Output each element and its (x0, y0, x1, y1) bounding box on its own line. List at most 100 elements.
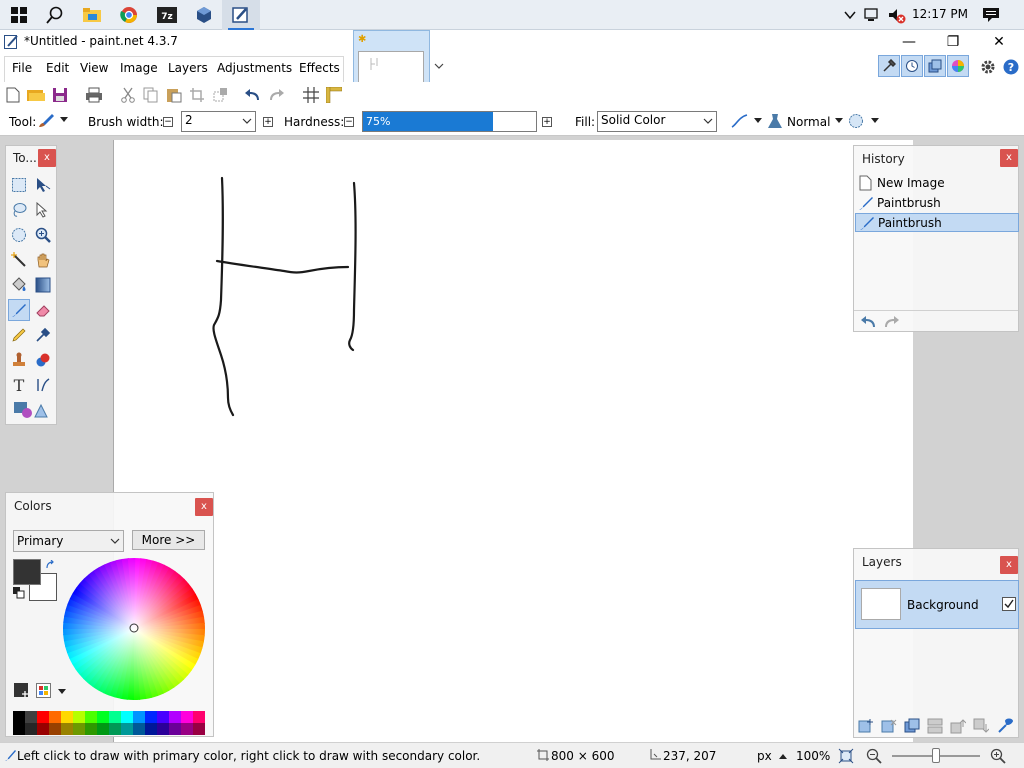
palette-swatch[interactable] (157, 711, 169, 723)
redo-icon[interactable] (266, 85, 286, 105)
search-icon[interactable] (36, 0, 74, 30)
tool-dropdown-icon[interactable] (60, 117, 68, 123)
palette-swatch[interactable] (49, 711, 61, 723)
color-wheel[interactable] (61, 556, 207, 702)
palette-swatch[interactable] (181, 711, 193, 723)
open-folder-icon[interactable] (26, 85, 46, 105)
blend-mode-value[interactable]: Normal (787, 115, 830, 129)
settings-gear-icon[interactable] (980, 59, 996, 75)
zoom-tool-icon[interactable] (32, 224, 54, 246)
palette-swatch[interactable] (25, 711, 37, 723)
zoom-slider-thumb[interactable] (932, 748, 940, 763)
deselect-icon[interactable] (210, 85, 230, 105)
palette-swatch[interactable] (25, 723, 37, 735)
palette-menu-icon[interactable] (36, 683, 52, 699)
zoom-in-icon[interactable] (990, 748, 1006, 764)
paintnet-taskbar-button[interactable] (222, 0, 260, 30)
copy-icon[interactable] (141, 85, 161, 105)
new-file-icon[interactable] (3, 85, 23, 105)
move-selection-tool-icon[interactable] (32, 199, 54, 221)
color-palette[interactable] (13, 711, 205, 735)
zoom-to-window-icon[interactable] (838, 748, 854, 764)
add-to-palette-icon[interactable] (14, 683, 30, 699)
volume-muted-icon[interactable] (888, 7, 906, 25)
close-button[interactable]: ✕ (976, 30, 1022, 54)
palette-swatch[interactable] (73, 711, 85, 723)
7zip-icon[interactable]: 7z (148, 0, 186, 30)
grid-icon[interactable] (301, 85, 321, 105)
palette-swatch[interactable] (73, 723, 85, 735)
undo-icon[interactable] (243, 85, 263, 105)
eraser-tool-icon[interactable] (32, 299, 54, 321)
gradient-tool-icon[interactable] (32, 274, 54, 296)
brush-width-increase-button[interactable]: + (263, 117, 273, 127)
save-icon[interactable] (50, 85, 70, 105)
add-layer-icon[interactable] (858, 718, 874, 734)
selection-mode-dropdown-icon[interactable] (871, 118, 879, 124)
tools-panel-close-button[interactable]: x (38, 149, 56, 167)
menu-adjustments[interactable]: Adjustments (217, 61, 292, 75)
hardness-decrease-button[interactable]: − (344, 117, 354, 127)
palette-swatch[interactable] (121, 711, 133, 723)
delete-layer-icon[interactable] (881, 718, 897, 734)
layer-properties-icon[interactable] (997, 718, 1013, 734)
paintbrush-tool-icon[interactable] (37, 113, 55, 129)
rulers-icon[interactable] (324, 85, 344, 105)
palette-swatch[interactable] (193, 711, 205, 723)
palette-swatch[interactable] (85, 723, 97, 735)
magic-wand-tool-icon[interactable] (8, 249, 30, 271)
layer-visibility-checkbox[interactable] (1002, 597, 1016, 611)
paintbrush-tool-button[interactable] (8, 299, 30, 321)
brush-width-decrease-button[interactable]: − (163, 117, 173, 127)
colors-panel-close-button[interactable]: x (195, 498, 213, 516)
chevron-up-icon[interactable] (843, 8, 857, 22)
paint-bucket-tool-icon[interactable] (8, 274, 30, 296)
palette-swatch[interactable] (193, 723, 205, 735)
layer-row[interactable]: Background (855, 580, 1019, 629)
blend-mode-icon[interactable] (767, 113, 783, 129)
zoom-out-icon[interactable] (866, 748, 882, 764)
duplicate-layer-icon[interactable] (904, 718, 920, 734)
menu-layers[interactable]: Layers (168, 61, 208, 75)
history-undo-icon[interactable] (860, 315, 878, 329)
paste-icon[interactable] (164, 85, 184, 105)
virtualbox-icon[interactable] (185, 0, 223, 30)
tab-list-chevron-icon[interactable] (434, 62, 444, 70)
units-dropdown-icon[interactable] (779, 754, 787, 760)
reset-colors-icon[interactable] (13, 587, 25, 599)
help-icon[interactable]: ? (1003, 59, 1019, 75)
crop-icon[interactable] (187, 85, 207, 105)
palette-swatch[interactable] (85, 711, 97, 723)
recolor-tool-icon[interactable] (32, 349, 54, 371)
palette-swatch[interactable] (133, 711, 145, 723)
palette-swatch[interactable] (145, 711, 157, 723)
palette-swatch[interactable] (37, 711, 49, 723)
hardness-slider[interactable]: 75% (362, 111, 537, 132)
palette-swatch[interactable] (37, 723, 49, 735)
fill-combobox[interactable]: Solid Color (597, 111, 717, 132)
blend-mode-dropdown-icon[interactable] (835, 118, 843, 124)
palette-swatch[interactable] (13, 723, 25, 735)
clock[interactable]: 12:17 PM (912, 7, 968, 21)
line-curve-tool-icon[interactable] (32, 374, 54, 396)
palette-swatch[interactable] (13, 711, 25, 723)
palette-swatch[interactable] (49, 723, 61, 735)
history-item[interactable]: Paintbrush (855, 193, 1019, 212)
print-icon[interactable] (84, 85, 104, 105)
palette-swatch[interactable] (145, 723, 157, 735)
ellipse-select-tool-icon[interactable] (8, 224, 30, 246)
palette-swatch[interactable] (121, 723, 133, 735)
file-explorer-icon[interactable] (73, 0, 111, 30)
history-redo-icon[interactable] (882, 315, 900, 329)
palette-swatch[interactable] (181, 723, 193, 735)
move-layer-down-icon[interactable] (973, 718, 989, 734)
move-layer-up-icon[interactable] (950, 718, 966, 734)
palette-swatch[interactable] (133, 723, 145, 735)
menu-file[interactable]: File (12, 61, 32, 75)
merge-layer-down-icon[interactable] (927, 718, 943, 734)
palette-swatch[interactable] (97, 711, 109, 723)
text-tool-icon[interactable]: T (8, 374, 30, 396)
maximize-button[interactable]: ❐ (930, 30, 976, 54)
palette-swatch[interactable] (157, 723, 169, 735)
palette-dropdown-icon[interactable] (58, 689, 66, 695)
